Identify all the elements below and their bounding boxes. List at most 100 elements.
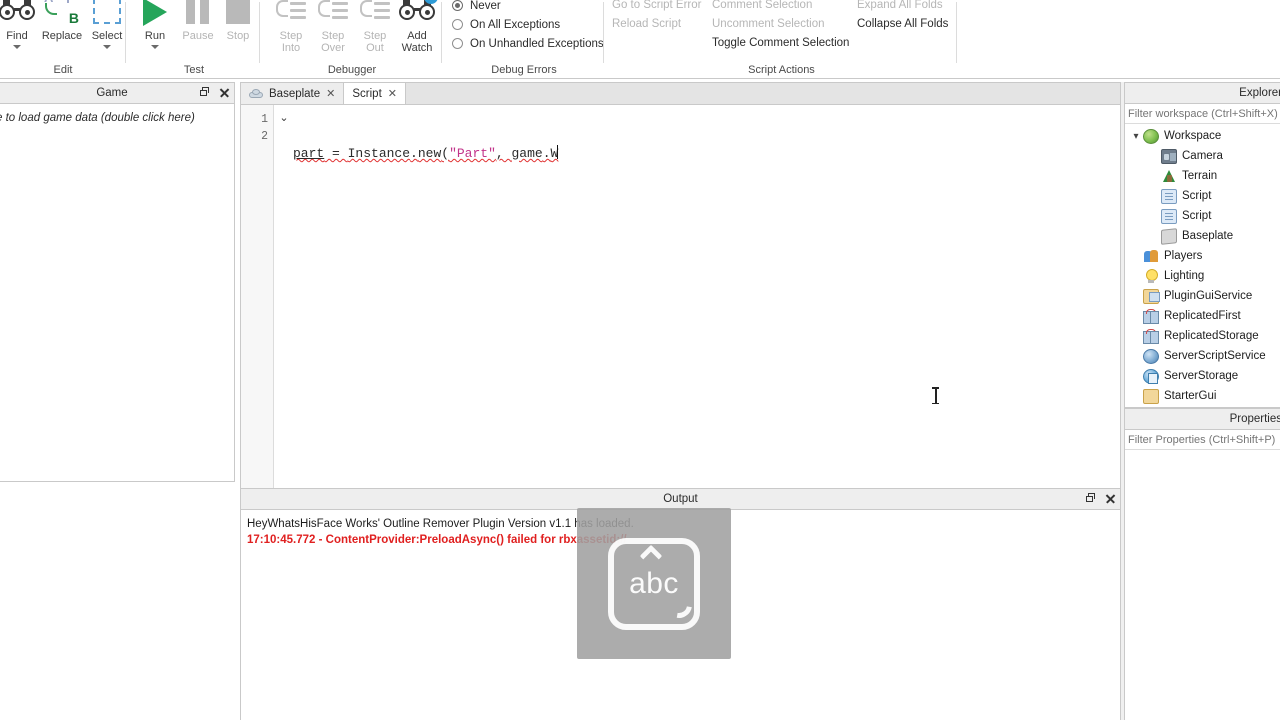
- script-icon: [1161, 208, 1177, 224]
- tree-item-label: ServerStorage: [1164, 370, 1239, 382]
- editor-tab-script[interactable]: Script ✕: [344, 83, 406, 104]
- explorer-panel: Explorer ▾ Workspace Camera Terrain Scri…: [1124, 82, 1280, 408]
- tree-item-starter-gui[interactable]: StarterGui: [1125, 386, 1280, 406]
- add-watch-label-2: Watch: [401, 42, 433, 54]
- tree-item-players[interactable]: Players: [1125, 246, 1280, 266]
- tree-item-label: PluginGuiService: [1164, 290, 1253, 302]
- tree-item-script-1[interactable]: Script: [1125, 186, 1280, 206]
- code-token: Instance: [347, 146, 411, 161]
- collapse-all-folds-item[interactable]: Collapse All Folds: [857, 15, 948, 34]
- tree-item-server-storage[interactable]: ServerStorage: [1125, 366, 1280, 386]
- group-label-edit: Edit: [53, 64, 73, 76]
- code-area[interactable]: 1 2 ⌄ part = Instance.new("Part", game.W: [241, 105, 1120, 488]
- close-icon[interactable]: ✕: [326, 87, 335, 100]
- chevron-up-icon: [639, 544, 663, 567]
- explorer-title: Explorer: [1239, 87, 1280, 99]
- line-number: 1: [261, 113, 268, 126]
- add-watch-label-1: Add: [407, 30, 427, 42]
- tree-item-workspace[interactable]: ▾ Workspace: [1125, 126, 1280, 146]
- explorer-tree[interactable]: ▾ Workspace Camera Terrain Script Script: [1125, 124, 1280, 406]
- find-dropdown-caret-icon[interactable]: [13, 45, 21, 49]
- close-icon[interactable]: ✕: [388, 87, 397, 100]
- editor-tab-baseplate-label: Baseplate: [269, 87, 321, 100]
- text-caret: [557, 145, 559, 159]
- mouse-cursor-ibeam-icon: [932, 387, 939, 404]
- close-icon[interactable]: [1104, 492, 1116, 505]
- stop-label: Stop: [226, 30, 250, 42]
- radio-on-unhandled-exceptions[interactable]: On Unhandled Exceptions: [452, 34, 604, 53]
- pause-icon: [183, 0, 213, 28]
- code-lines: part = Instance.new("Part", game.W: [293, 105, 1120, 230]
- comment-selection-item[interactable]: Comment Selection: [712, 0, 849, 15]
- restore-icon[interactable]: [1084, 492, 1096, 505]
- play-icon: [138, 0, 172, 28]
- binoculars-icon: [0, 0, 36, 28]
- properties-filter-input[interactable]: [1128, 434, 1280, 446]
- restore-icon[interactable]: [198, 86, 210, 99]
- camera-icon: [1161, 148, 1177, 164]
- radio-on-unhandled-exceptions-label: On Unhandled Exceptions: [470, 37, 604, 50]
- close-icon[interactable]: [218, 86, 230, 99]
- tree-item-label: Terrain: [1182, 170, 1218, 182]
- globe-icon: [1143, 128, 1159, 144]
- tree-item-script-2[interactable]: Script: [1125, 206, 1280, 226]
- game-panel-message[interactable]: e to load game data (double click here): [0, 112, 228, 124]
- properties-filter-box[interactable]: [1125, 431, 1280, 450]
- toggle-comment-selection-item[interactable]: Toggle Comment Selection: [712, 34, 849, 53]
- run-dropdown-caret-icon[interactable]: [151, 45, 159, 49]
- tree-item-label: ReplicatedFirst: [1164, 310, 1241, 322]
- plugin-gui-icon: [1143, 288, 1160, 304]
- replicated-icon: [1143, 328, 1159, 344]
- group-label-debug-errors: Debug Errors: [491, 64, 557, 76]
- tree-item-replicated-first[interactable]: ReplicatedFirst: [1125, 306, 1280, 326]
- expand-all-folds-item[interactable]: Expand All Folds: [857, 0, 948, 15]
- code-token: =: [324, 146, 348, 161]
- chevron-down-icon[interactable]: ▾: [1129, 131, 1143, 142]
- fold-column: ⌄: [275, 105, 293, 128]
- reload-script-item[interactable]: Reload Script: [612, 15, 701, 34]
- editor-tab-script-label: Script: [352, 87, 382, 100]
- ribbon-group-debug-errors: Never On All Exceptions On Unhandled Exc…: [444, 0, 604, 79]
- uncomment-selection-item[interactable]: Uncomment Selection: [712, 15, 849, 34]
- roblox-studio-window: Find AB Replace Select Edit Run: [0, 0, 1280, 720]
- server-storage-icon: [1143, 368, 1159, 384]
- tree-item-camera[interactable]: Camera: [1125, 146, 1280, 166]
- game-panel-titlebar: Game: [0, 83, 234, 104]
- ribbon-group-edit: Find AB Replace Select Edit: [0, 0, 126, 79]
- editor-tab-baseplate[interactable]: Baseplate ✕: [241, 83, 345, 104]
- tree-item-label: ServerScriptService: [1164, 350, 1266, 362]
- radio-never[interactable]: Never: [452, 0, 604, 15]
- server-script-service-icon: [1143, 348, 1159, 364]
- fold-arrow-icon[interactable]: ⌄: [275, 111, 293, 128]
- cloud-icon: [249, 89, 263, 98]
- tree-item-replicated-storage[interactable]: ReplicatedStorage: [1125, 326, 1280, 346]
- properties-title: Properties: [1229, 413, 1280, 425]
- line-number-gutter: 1 2: [241, 105, 274, 488]
- ime-key-graphic: abc: [608, 537, 700, 630]
- group-label-debugger: Debugger: [327, 64, 377, 76]
- script-actions-column-c: Expand All Folds Collapse All Folds: [857, 0, 948, 34]
- tree-item-baseplate[interactable]: Baseplate: [1125, 226, 1280, 246]
- output-panel-titlebar: Output: [241, 489, 1120, 510]
- go-to-script-error-item[interactable]: Go to Script Error: [612, 0, 701, 15]
- radio-on-all-exceptions[interactable]: On All Exceptions: [452, 15, 604, 34]
- editor-tabbar: Baseplate ✕ Script ✕: [241, 83, 1120, 105]
- explorer-filter-input[interactable]: [1128, 108, 1280, 120]
- group-label-script-actions: Script Actions: [748, 64, 815, 76]
- code-token-string: "Part": [449, 146, 496, 161]
- tree-item-server-script-service[interactable]: ServerScriptService: [1125, 346, 1280, 366]
- game-panel-title: Game: [96, 87, 128, 99]
- select-button[interactable]: Select: [80, 0, 134, 49]
- tree-item-plugin-gui-service[interactable]: PluginGuiService: [1125, 286, 1280, 306]
- add-watch-button[interactable]: + Add Watch: [390, 0, 444, 54]
- group-label-test: Test: [183, 64, 205, 76]
- tree-item-terrain[interactable]: Terrain: [1125, 166, 1280, 186]
- tree-item-label: Workspace: [1164, 130, 1222, 142]
- stop-button[interactable]: Stop: [211, 0, 265, 42]
- script-icon: [1161, 188, 1177, 204]
- select-dropdown-caret-icon[interactable]: [103, 45, 111, 49]
- select-box-icon: [91, 0, 123, 28]
- explorer-filter-box[interactable]: [1125, 105, 1280, 124]
- tree-item-lighting[interactable]: Lighting: [1125, 266, 1280, 286]
- ribbon-group-script-actions: Go to Script Error Reload Script Comment…: [606, 0, 957, 79]
